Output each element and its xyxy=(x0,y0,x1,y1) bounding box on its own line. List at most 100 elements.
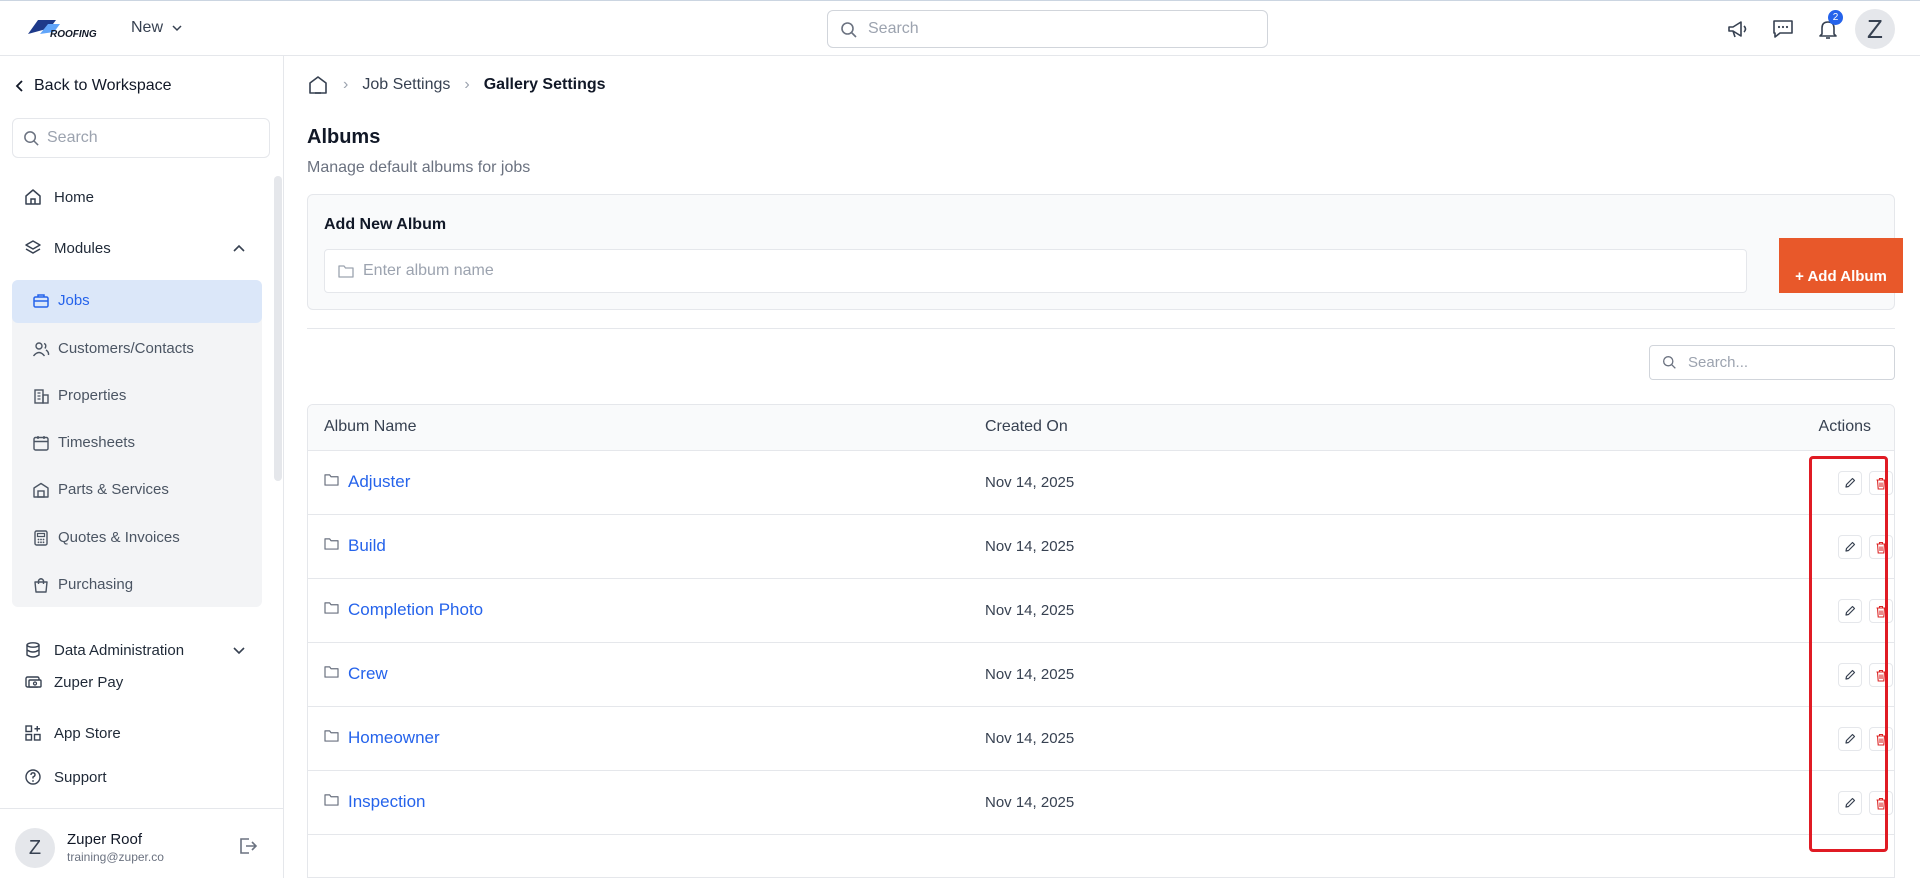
users-icon xyxy=(32,342,50,357)
table-row: Homeowner Nov 14, 2025 xyxy=(308,707,1894,771)
sidebar-item-label: Zuper Pay xyxy=(54,673,124,691)
album-name-link[interactable]: Inspection xyxy=(348,792,426,812)
breadcrumb-job-settings[interactable]: Job Settings xyxy=(362,76,450,94)
column-header-album-name[interactable]: Album Name xyxy=(324,418,416,436)
sidebar: Back to Workspace Search Home Modules Jo… xyxy=(0,56,284,878)
global-search-placeholder: Search xyxy=(868,20,919,37)
sidebar-item-data-administration[interactable]: Data Administration xyxy=(24,642,250,658)
sidebar-item-support[interactable]: Support xyxy=(24,768,107,786)
table-row: Inspection Nov 14, 2025 xyxy=(308,771,1894,835)
actions-highlight-box xyxy=(1809,456,1888,852)
sidebar-item-label: Purchasing xyxy=(58,576,134,593)
sidebar-item-timesheets[interactable]: Timesheets xyxy=(33,434,135,451)
sidebar-item-label: App Store xyxy=(54,724,121,742)
folder-icon xyxy=(324,730,339,742)
add-album-label: Add New Album xyxy=(324,216,447,233)
table-header: Album Name Created On Actions xyxy=(308,405,1894,451)
table-row: Completion Photo Nov 14, 2025 xyxy=(308,579,1894,643)
notification-badge: 2 xyxy=(1828,10,1843,25)
table-row: Crew Nov 14, 2025 xyxy=(308,643,1894,707)
table-row: Build Nov 14, 2025 xyxy=(308,515,1894,579)
sidebar-item-modules[interactable]: Modules xyxy=(24,239,250,257)
sidebar-item-home[interactable]: Home xyxy=(24,188,94,206)
sidebar-item-parts-services[interactable]: Parts & Services xyxy=(33,481,169,498)
album-name-link[interactable]: Homeowner xyxy=(348,728,440,748)
megaphone-icon[interactable] xyxy=(1726,17,1750,41)
svg-text:ROOFING: ROOFING xyxy=(50,29,97,40)
sidebar-item-customers[interactable]: Customers/Contacts xyxy=(32,340,194,357)
roofing-logo[interactable]: ROOFING xyxy=(26,16,104,40)
search-icon xyxy=(1663,356,1676,369)
breadcrumb-gallery-settings: Gallery Settings xyxy=(483,76,606,93)
calculator-icon xyxy=(34,530,48,546)
folder-icon xyxy=(324,666,339,678)
album-name-input[interactable] xyxy=(324,249,1747,293)
sidebar-item-label: Data Administration xyxy=(54,642,185,658)
album-name-link[interactable]: Completion Photo xyxy=(348,600,483,620)
section-divider xyxy=(307,328,1895,329)
sidebar-item-app-store[interactable]: App Store xyxy=(24,724,121,742)
created-on-value: Nov 14, 2025 xyxy=(985,666,1075,683)
sidebar-scrollbar[interactable] xyxy=(274,176,282,481)
created-on-value: Nov 14, 2025 xyxy=(985,538,1075,555)
add-album-card: Add New Album + Add Album xyxy=(307,194,1903,310)
database-icon xyxy=(26,642,40,658)
user-email: training@zuper.co xyxy=(67,850,164,864)
logout-icon[interactable] xyxy=(237,836,259,856)
user-avatar[interactable]: Z xyxy=(1855,9,1895,49)
chevron-down-icon xyxy=(233,647,245,655)
new-dropdown[interactable]: New xyxy=(131,19,183,37)
page-title: Albums xyxy=(307,126,381,148)
page-subtitle: Manage default albums for jobs xyxy=(307,159,531,176)
wallet-icon xyxy=(25,676,42,688)
sidebar-item-label: Support xyxy=(54,768,107,786)
sidebar-item-label: Parts & Services xyxy=(58,481,169,498)
breadcrumb: › Job Settings › Gallery Settings xyxy=(307,74,606,96)
column-header-actions: Actions xyxy=(1818,418,1871,435)
user-card-avatar[interactable]: Z xyxy=(15,828,55,868)
top-bar: ROOFING New Search 2 Z xyxy=(0,0,1920,56)
sidebar-search-placeholder: Search xyxy=(47,129,98,146)
user-name: Zuper Roof xyxy=(67,831,143,848)
user-card: Z Zuper Roof training@zuper.co xyxy=(0,808,284,878)
breadcrumb-separator-icon: › xyxy=(464,76,470,93)
column-header-created-on[interactable]: Created On xyxy=(985,418,1068,436)
albums-table: Album Name Created On Actions Adjuster N… xyxy=(307,404,1895,878)
add-album-button[interactable]: + Add Album xyxy=(1779,238,1903,293)
folder-icon xyxy=(324,474,339,486)
briefcase-icon xyxy=(33,294,49,308)
sidebar-item-label: Timesheets xyxy=(58,434,135,451)
folder-icon xyxy=(324,602,339,614)
chevron-down-icon xyxy=(172,25,182,32)
folder-icon xyxy=(338,265,354,278)
sidebar-item-label: Home xyxy=(54,188,95,206)
folder-icon xyxy=(324,538,339,550)
sidebar-item-properties[interactable]: Properties xyxy=(34,387,126,404)
home-icon[interactable] xyxy=(307,74,329,96)
sidebar-item-purchasing[interactable]: Purchasing xyxy=(34,576,134,593)
search-icon xyxy=(841,22,857,38)
sidebar-item-label: Customers/Contacts xyxy=(58,340,194,357)
table-search-input[interactable]: Search... xyxy=(1649,345,1895,380)
sidebar-search-input[interactable]: Search xyxy=(12,118,270,158)
chat-icon[interactable] xyxy=(1771,17,1795,41)
created-on-value: Nov 14, 2025 xyxy=(985,602,1075,619)
folder-icon xyxy=(324,794,339,806)
apps-icon xyxy=(25,725,41,741)
sidebar-item-jobs[interactable]: Jobs xyxy=(33,292,90,309)
album-name-link[interactable]: Adjuster xyxy=(348,472,410,492)
album-name-link[interactable]: Crew xyxy=(348,664,388,684)
back-to-workspace-link[interactable]: Back to Workspace xyxy=(14,77,172,95)
sidebar-item-quotes-invoices[interactable]: Quotes & Invoices xyxy=(34,529,180,546)
building-icon xyxy=(34,389,49,404)
calendar-icon xyxy=(33,436,49,451)
sidebar-item-zuper-pay[interactable]: Zuper Pay xyxy=(24,673,123,691)
album-name-link[interactable]: Build xyxy=(348,536,386,556)
table-row: Adjuster Nov 14, 2025 xyxy=(308,451,1894,515)
global-search-input[interactable]: Search xyxy=(827,10,1268,48)
back-label: Back to Workspace xyxy=(34,77,172,94)
sidebar-item-label: Quotes & Invoices xyxy=(58,529,180,546)
sidebar-item-label: Jobs xyxy=(58,292,90,309)
warehouse-icon xyxy=(33,482,49,498)
chevron-left-icon xyxy=(15,80,23,92)
